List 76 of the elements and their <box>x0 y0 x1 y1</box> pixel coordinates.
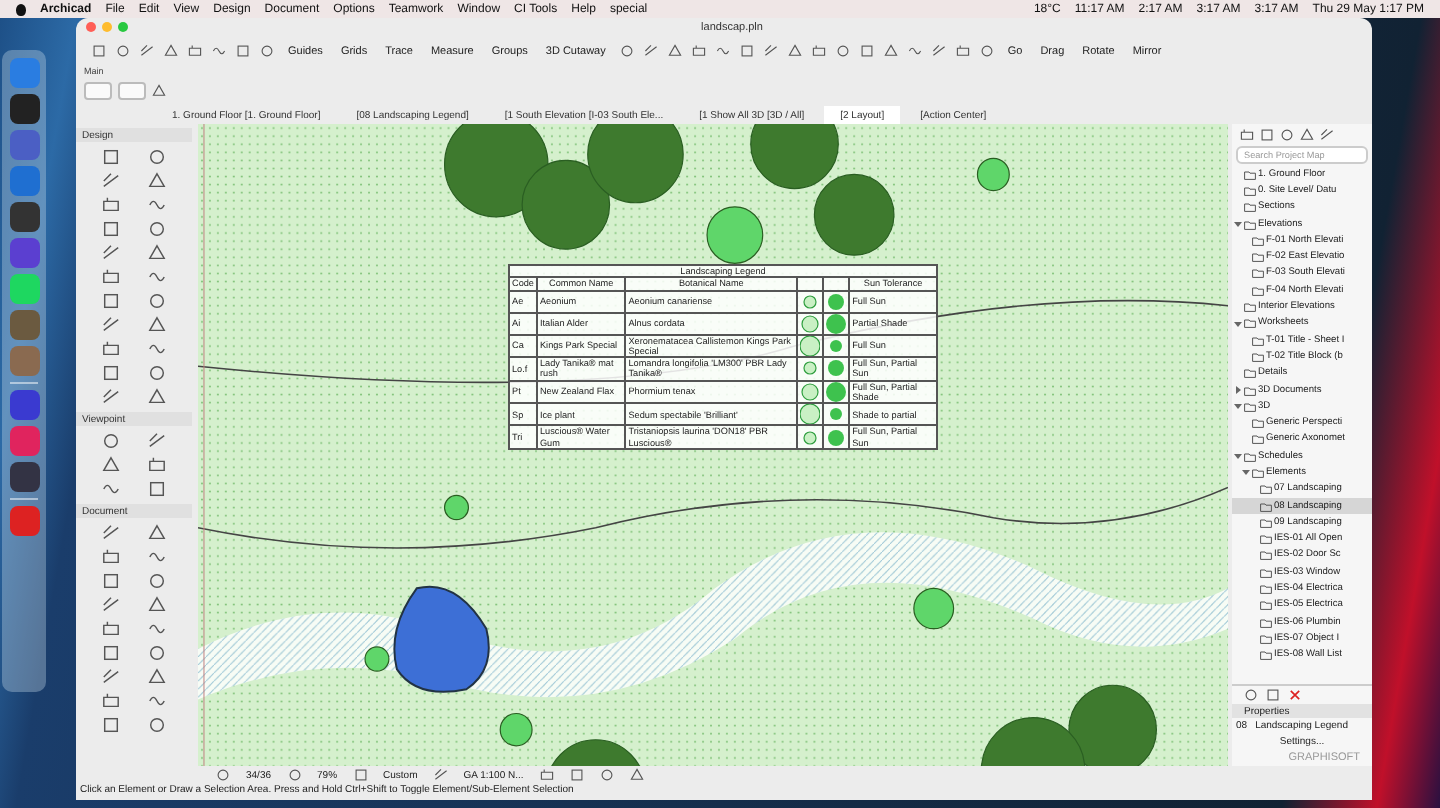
tool-icon[interactable] <box>102 620 120 638</box>
tool-icon[interactable] <box>102 548 120 566</box>
shrub <box>443 494 470 521</box>
tool-icon[interactable] <box>102 148 120 166</box>
tool-icon[interactable] <box>619 44 634 58</box>
tool-icon[interactable] <box>102 172 120 190</box>
shrub <box>706 206 764 264</box>
shrub <box>976 157 1010 192</box>
navigator-icon[interactable] <box>1240 127 1254 141</box>
tool-icon[interactable] <box>787 44 802 58</box>
navigator-icon[interactable] <box>1320 127 1334 141</box>
plant-symbol-icon <box>826 381 847 402</box>
tool-icon[interactable] <box>102 196 120 214</box>
tree <box>545 739 646 766</box>
tool-icon[interactable] <box>102 716 120 734</box>
tool-icon[interactable] <box>763 44 778 58</box>
tool-icon[interactable] <box>148 432 166 450</box>
tool-icon[interactable] <box>102 220 120 238</box>
tool-icon[interactable] <box>979 44 994 58</box>
tool-icon[interactable] <box>102 292 120 310</box>
tool-icon[interactable] <box>148 480 166 498</box>
tool-icon[interactable] <box>102 340 120 358</box>
tool-icon[interactable] <box>955 44 970 58</box>
tool-icon[interactable] <box>102 364 120 382</box>
tool-icon[interactable] <box>164 44 178 58</box>
layer-icon[interactable] <box>353 768 368 782</box>
plant-symbol-icon <box>826 427 847 448</box>
caret-icon[interactable] <box>1234 220 1242 229</box>
plant-symbol-icon <box>800 427 821 448</box>
plant-symbol-icon <box>800 313 821 334</box>
tool-icon[interactable] <box>102 596 120 614</box>
tool-icon[interactable] <box>102 572 120 590</box>
tree <box>750 124 839 190</box>
plant-symbol-icon <box>826 404 847 425</box>
tool-icon[interactable] <box>102 316 120 334</box>
tool-icon[interactable] <box>691 44 706 58</box>
tool-icon[interactable] <box>102 268 120 286</box>
status-icon[interactable] <box>539 768 554 782</box>
plant-symbol-icon <box>826 358 847 379</box>
tool-icon[interactable] <box>102 668 120 686</box>
tree <box>813 173 895 256</box>
tool-icon[interactable] <box>667 44 682 58</box>
tool-icon[interactable] <box>102 644 120 662</box>
tree <box>443 124 549 218</box>
tool-icon[interactable] <box>811 44 826 58</box>
app-icon[interactable] <box>9 94 39 124</box>
tree <box>587 124 684 204</box>
tool-icon[interactable] <box>188 44 202 58</box>
caret-icon[interactable] <box>1234 319 1242 328</box>
delete-icon[interactable] <box>1288 688 1302 702</box>
tool-icon[interactable] <box>102 388 120 406</box>
app-icon[interactable] <box>9 202 39 232</box>
tool-icon[interactable] <box>102 244 120 262</box>
tool-icon[interactable] <box>102 524 120 542</box>
scale-icon[interactable] <box>433 768 448 782</box>
tool-icon[interactable] <box>931 44 946 58</box>
tool-icon[interactable] <box>643 44 658 58</box>
tool-icon[interactable] <box>102 692 120 710</box>
plant-symbol-icon <box>800 381 821 402</box>
plant-symbol-icon <box>800 335 821 356</box>
plant-symbol-icon <box>826 313 847 334</box>
pond <box>393 585 490 693</box>
shrub <box>364 646 390 672</box>
shrub <box>913 587 955 630</box>
tool-icon[interactable] <box>148 456 166 474</box>
plant-symbol-icon <box>800 291 821 312</box>
plant-symbol-icon <box>800 404 821 425</box>
app-icon[interactable] <box>9 462 39 492</box>
plant-symbol-icon <box>826 335 847 356</box>
tool-icon[interactable] <box>140 44 154 58</box>
tree <box>521 159 611 250</box>
plant-symbol-icon <box>800 358 821 379</box>
shrub <box>499 712 533 747</box>
close-icon[interactable] <box>86 22 96 32</box>
plant-symbol-icon <box>826 291 847 312</box>
apple-logo-icon[interactable] <box>16 3 26 15</box>
